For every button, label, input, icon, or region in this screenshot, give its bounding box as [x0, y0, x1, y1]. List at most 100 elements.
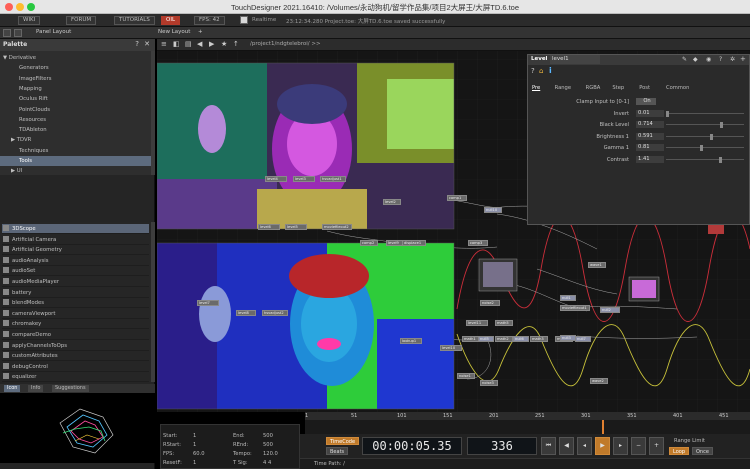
rstart-value[interactable]: 1: [193, 442, 196, 448]
op-node[interactable]: math3: [530, 336, 548, 342]
palette-folder-item[interactable]: ▼ Derivative: [0, 53, 151, 63]
param-slider-track[interactable]: [666, 147, 744, 148]
new-layout-label[interactable]: New Layout: [158, 29, 190, 35]
zoom-in-button[interactable]: +: [649, 437, 664, 455]
op-node[interactable]: lookup1: [400, 338, 422, 344]
play-reverse-button[interactable]: ◂: [577, 437, 592, 455]
palette-list-item[interactable]: compareDemo: [2, 330, 149, 340]
param-slider-knob[interactable]: [718, 156, 722, 163]
oil-button[interactable]: OIL: [161, 16, 181, 25]
op-node[interactable]: comp2: [360, 240, 378, 246]
op-node[interactable]: math2: [495, 336, 513, 342]
tsig-value[interactable]: 4 4: [263, 460, 271, 466]
python-icon[interactable]: ◆: [693, 56, 698, 63]
wiki-button[interactable]: WIKI: [18, 16, 41, 25]
view-icon[interactable]: ◧: [173, 40, 180, 48]
op-node[interactable]: level11: [466, 320, 488, 326]
op-node[interactable]: null7: [575, 336, 591, 342]
help-icon[interactable]: ?: [719, 56, 722, 63]
palette-list-item[interactable]: audioMediaPlayer: [2, 277, 149, 287]
star-icon[interactable]: ★: [221, 40, 227, 48]
op-node[interactable]: level10: [440, 345, 462, 351]
palette-icon[interactable]: ◉: [706, 56, 711, 63]
timeline-track[interactable]: [305, 420, 750, 434]
question-icon[interactable]: ?: [531, 67, 535, 75]
op-node[interactable]: moviefileout1: [560, 305, 590, 311]
param-tab-common[interactable]: Common: [666, 85, 689, 91]
op-node[interactable]: hsvadjust1: [320, 176, 346, 182]
palette-folder-item[interactable]: ▶ UI: [0, 166, 151, 176]
param-tab-rgba[interactable]: RGBA: [586, 85, 601, 91]
gear-icon[interactable]: ✲: [730, 56, 735, 63]
rend-value[interactable]: 500: [263, 442, 273, 448]
op-node[interactable]: null3: [560, 335, 576, 341]
resetf-value[interactable]: 1: [193, 460, 196, 466]
palette-folder-item[interactable]: Tools: [0, 156, 151, 166]
list-icon[interactable]: ▤: [185, 40, 192, 48]
palette-list-item[interactable]: Artificial Camera: [2, 235, 149, 245]
op-node[interactable]: wave2: [590, 378, 608, 384]
param-tab-post[interactable]: Post: [639, 85, 650, 91]
param-value-field[interactable]: 0.714: [636, 121, 664, 128]
op-node[interactable]: level2: [383, 199, 401, 205]
op-node[interactable]: displace1: [402, 240, 426, 246]
op-node[interactable]: level5: [285, 224, 307, 230]
rewind-button[interactable]: ⏮: [541, 437, 556, 455]
op-node[interactable]: noise2: [480, 300, 500, 306]
op-node[interactable]: level4: [265, 176, 287, 182]
param-tab-pre[interactable]: Pre: [532, 85, 540, 91]
op-node[interactable]: moviefileout2: [322, 224, 352, 230]
panel-layout-label[interactable]: Panel Layout: [36, 29, 71, 35]
step-forward-button[interactable]: ▸: [613, 437, 628, 455]
add-icon[interactable]: +: [740, 55, 746, 63]
palette-folder-item[interactable]: Generators: [0, 63, 151, 73]
palette-folder-item[interactable]: Techniques: [0, 146, 151, 156]
palette-list-item[interactable]: applyChannelsToOps: [2, 341, 149, 351]
op-node[interactable]: comp3: [468, 240, 488, 246]
tutorials-button[interactable]: TUTORIALS: [114, 16, 155, 25]
param-slider-track[interactable]: [666, 124, 744, 125]
network-path[interactable]: /project1/ndgtelebroi/ >>: [250, 41, 321, 47]
forum-button[interactable]: FORUM: [66, 16, 97, 25]
frame-display[interactable]: 336: [467, 437, 537, 455]
fps-value[interactable]: 60.0: [193, 451, 205, 457]
palette-folder-item[interactable]: PointClouds: [0, 105, 151, 115]
viewer-tab-suggestions[interactable]: Suggestions: [52, 385, 89, 392]
op-node[interactable]: null10: [484, 207, 502, 213]
palette-folder-item[interactable]: Oculus Rift: [0, 94, 151, 104]
palette-list-item[interactable]: cameraViewport: [2, 309, 149, 319]
beats-toggle[interactable]: Beats: [326, 447, 349, 455]
param-value-field[interactable]: 1.41: [636, 155, 664, 163]
param-slider-knob[interactable]: [699, 145, 703, 151]
tempo-value[interactable]: 120.0: [263, 451, 278, 457]
forward-icon[interactable]: ▶: [209, 40, 214, 48]
param-tab-step[interactable]: Step: [612, 85, 624, 91]
zoom-out-button[interactable]: −: [631, 437, 646, 455]
op-node[interactable]: level7: [197, 300, 219, 306]
palette-list-item[interactable]: debugControl: [2, 362, 149, 372]
viewer-tab-icon[interactable]: Icon: [4, 385, 21, 392]
palette-list-item[interactable]: battery: [2, 288, 149, 298]
palette-list-item[interactable]: customAttributes: [2, 351, 149, 362]
op-node[interactable]: null6: [513, 336, 529, 342]
play-button[interactable]: ▶: [595, 437, 610, 455]
close-icon[interactable]: ✕: [144, 40, 150, 48]
step-back-button[interactable]: ◀: [559, 437, 574, 455]
palette-list-scrollbar[interactable]: [151, 222, 155, 382]
param-value-field[interactable]: 0.01: [636, 109, 664, 117]
op-node[interactable]: comp1: [447, 195, 467, 201]
op-node[interactable]: noise3: [480, 380, 498, 386]
grid-icon[interactable]: [3, 29, 11, 37]
palette-folder-item[interactable]: TDAbleton: [0, 125, 151, 135]
add-layout-button[interactable]: +: [198, 29, 203, 35]
param-value-field[interactable]: On: [636, 98, 656, 105]
timecode-toggle[interactable]: TimeCode: [326, 437, 360, 445]
timecode-display[interactable]: 00:00:05.35: [362, 437, 462, 455]
op-node[interactable]: null2: [600, 307, 620, 313]
op-node[interactable]: wave1: [588, 262, 606, 268]
op-node[interactable]: level6: [258, 224, 280, 230]
palette-list-item[interactable]: audioSet: [2, 266, 149, 277]
param-tab-range[interactable]: Range: [555, 85, 571, 91]
op-node[interactable]: level3: [293, 176, 315, 182]
split-icon[interactable]: [14, 29, 22, 37]
